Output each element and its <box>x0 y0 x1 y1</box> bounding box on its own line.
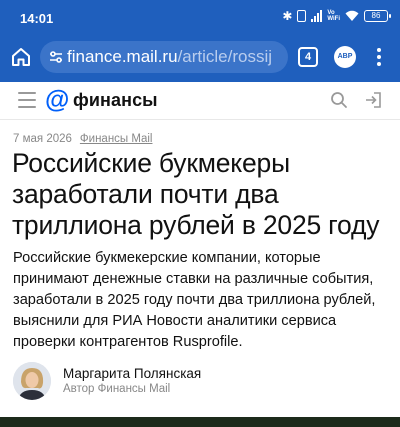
vibrate-icon <box>297 10 307 22</box>
url-text[interactable]: finance.mail.ru/article/rossij <box>67 47 272 67</box>
article-meta: 7 мая 2026 Финансы Mail <box>13 133 152 145</box>
wifi-icon <box>345 10 359 21</box>
search-icon[interactable] <box>330 91 348 109</box>
address-bar[interactable]: finance.mail.ru/article/rossij <box>40 41 288 73</box>
article-title: Российские букмекеры заработали почти дв… <box>12 148 380 240</box>
article-image-top <box>0 417 400 427</box>
tab-count-button[interactable]: 4 <box>298 47 318 67</box>
avatar[interactable] <box>13 362 51 400</box>
login-icon[interactable] <box>364 91 382 109</box>
home-icon[interactable] <box>9 45 33 69</box>
author-role: Автор Финансы Mail <box>63 383 171 395</box>
url-path: /article/rossij <box>177 47 273 66</box>
author-name[interactable]: Маргарита Полянская <box>63 366 201 381</box>
status-time: 14:01 <box>20 11 54 26</box>
url-host: finance.mail.ru <box>67 47 178 66</box>
menu-icon[interactable] <box>375 46 383 68</box>
author-block[interactable]: Маргарита Полянская Автор Финансы Mail <box>13 362 313 402</box>
browser-toolbar: finance.mail.ru/article/rossij 4 ABP <box>0 32 400 82</box>
site-header: @ финансы <box>0 82 400 120</box>
status-icons: ✱ Vo WiFi 86 <box>282 8 391 24</box>
battery-icon: 86 <box>364 10 391 22</box>
article-lead: Российские букмекерские компании, которы… <box>13 250 376 350</box>
site-logo-symbol[interactable]: @ <box>45 87 69 113</box>
network-label: Vo WiFi <box>327 10 340 22</box>
article-source-link[interactable]: Финансы Mail <box>80 133 153 145</box>
site-logo-text[interactable]: финансы <box>73 90 158 111</box>
adblock-button[interactable]: ABP <box>334 46 356 68</box>
signal-icon <box>311 10 323 22</box>
bluetooth-icon: ✱ <box>282 9 293 23</box>
tune-icon[interactable] <box>49 50 63 64</box>
status-bar: 14:01 ✱ Vo WiFi 86 <box>0 0 400 32</box>
article-date: 7 мая 2026 <box>13 133 72 145</box>
hamburger-menu-icon[interactable] <box>18 92 36 108</box>
